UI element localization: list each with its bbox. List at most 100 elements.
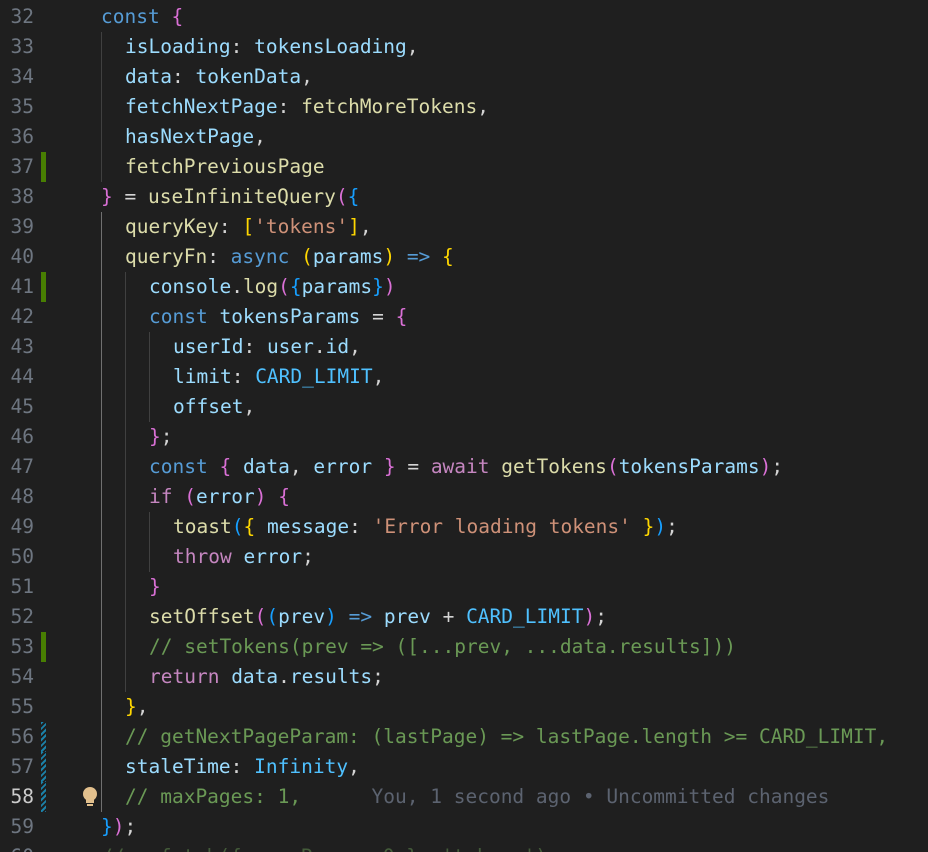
code-token: (: [278, 275, 290, 298]
code-text[interactable]: // getNextPageParam: (lastPage) => lastP…: [125, 722, 888, 752]
code-text[interactable]: isLoading: tokensLoading,: [125, 32, 419, 62]
line-number: 44: [10, 365, 34, 388]
code-text[interactable]: }: [149, 572, 161, 602]
code-line[interactable]: 33 isLoading: tokensLoading,: [0, 32, 928, 62]
code-line[interactable]: 48 if (error) {: [0, 482, 928, 512]
code-text[interactable]: fetchNextPage: fetchMoreTokens,: [125, 92, 489, 122]
code-line[interactable]: 55},: [0, 692, 928, 722]
git-modified-marker[interactable]: [41, 722, 46, 752]
code-token: ,: [289, 455, 314, 478]
lightbulb-icon[interactable]: [80, 786, 100, 808]
code-line[interactable]: 58 // maxPages: 1, You, 1 second ago • Un…: [0, 782, 928, 812]
code-line[interactable]: 39 queryKey: ['tokens'],: [0, 212, 928, 242]
code-token: queryKey: [125, 215, 219, 238]
code-line[interactable]: 59});: [0, 812, 928, 842]
code-line[interactable]: 51}: [0, 572, 928, 602]
indent-guide: [125, 272, 126, 302]
indent-guide: [101, 332, 102, 362]
code-line[interactable]: 42 const tokensParams = {: [0, 302, 928, 332]
code-line[interactable]: 38} = useInfiniteQuery({: [0, 182, 928, 212]
code-text[interactable]: return data.results;: [149, 662, 384, 692]
code-line[interactable]: 32 const {: [0, 2, 928, 32]
code-line[interactable]: 50 throw error;: [0, 542, 928, 572]
code-line[interactable]: 40 queryFn: async (params) => {: [0, 242, 928, 272]
code-text[interactable]: queryKey: ['tokens'],: [125, 212, 372, 242]
code-line[interactable]: 45 offset,: [0, 392, 928, 422]
code-line[interactable]: 46};: [0, 422, 928, 452]
code-text[interactable]: const {: [101, 2, 183, 32]
code-token: ;: [595, 605, 607, 628]
git-added-marker[interactable]: [41, 632, 46, 662]
code-text[interactable]: console.log({params}): [149, 272, 396, 302]
code-line[interactable]: 57 staleTime: Infinity,: [0, 752, 928, 782]
code-line[interactable]: 35 fetchNextPage: fetchMoreTokens,: [0, 92, 928, 122]
code-line[interactable]: 56 // getNextPageParam: (lastPage) => las…: [0, 722, 928, 752]
code-text[interactable]: toast({ message: 'Error loading tokens' …: [173, 512, 678, 542]
code-text[interactable]: hasNextPage,: [125, 122, 266, 152]
code-text[interactable]: });: [101, 812, 136, 842]
code-text[interactable]: staleTime: Infinity,: [125, 752, 360, 782]
code-token: {: [278, 485, 290, 508]
git-added-marker[interactable]: [41, 152, 46, 182]
code-line[interactable]: 47 const { data, error } = await getToken…: [0, 452, 928, 482]
code-text[interactable]: setOffset((prev) => prev + CARD_LIMIT);: [149, 602, 607, 632]
code-text[interactable]: userId: user.id,: [173, 332, 361, 362]
code-line[interactable]: 49 toast({ message: 'Error loading tokens…: [0, 512, 928, 542]
code-text[interactable]: limit: CARD_LIMIT,: [173, 362, 384, 392]
code-token: console: [149, 275, 232, 298]
line-number: 59: [10, 815, 34, 838]
code-text[interactable]: queryFn: async (params) => {: [125, 242, 454, 272]
code-token: getTokens: [501, 455, 607, 478]
code-token: (: [335, 185, 348, 208]
code-line[interactable]: 36 hasNextPage,: [0, 122, 928, 152]
code-editor[interactable]: 32 const {33 isLoading: tokensLoading, 34 da…: [0, 0, 928, 852]
code-line[interactable]: 54 return data.results;: [0, 662, 928, 692]
code-token: const: [149, 455, 220, 478]
code-line[interactable]: 52 setOffset((prev) => prev + CARD_LIMIT)…: [0, 602, 928, 632]
code-token: :: [218, 215, 243, 238]
code-token: {: [171, 5, 184, 28]
code-token: limit: [173, 365, 232, 388]
line-number: 35: [10, 95, 34, 118]
indent-guide: [125, 602, 126, 632]
code-line[interactable]: 41 console.log({params}): [0, 272, 928, 302]
code-text[interactable]: const tokensParams = {: [149, 302, 407, 332]
code-token: =: [395, 455, 431, 478]
code-text[interactable]: };: [149, 422, 173, 452]
code-token: tokensParams: [618, 455, 760, 478]
code-token: ]: [348, 215, 360, 238]
code-token: (: [266, 605, 279, 628]
code-text[interactable]: // setTokens(prev => ([...prev, ...data.…: [149, 632, 736, 662]
indent-guide: [149, 332, 150, 362]
git-modified-marker[interactable]: [41, 752, 46, 782]
git-modified-marker[interactable]: [41, 782, 46, 812]
code-token: throw: [173, 545, 244, 568]
code-text[interactable]: // maxPages: 1, You, 1 second ago • Unco…: [125, 782, 829, 812]
line-number: 60: [0, 842, 34, 852]
code-text[interactable]: if (error) {: [149, 482, 290, 512]
code-text[interactable]: },: [125, 692, 149, 722]
code-text[interactable]: data: tokenData,: [125, 62, 313, 92]
git-added-marker[interactable]: [41, 272, 46, 302]
code-token: return: [149, 665, 232, 688]
code-token: error: [243, 545, 303, 568]
indent-guide: [125, 632, 126, 662]
code-text[interactable]: fetchPreviousPage: [125, 152, 325, 182]
indent-guide: [101, 722, 102, 752]
code-text[interactable]: offset,: [173, 392, 255, 422]
code-line[interactable]: 34 data: tokenData,: [0, 62, 928, 92]
code-line[interactable]: 37 fetchPreviousPage: [0, 152, 928, 182]
code-token: =>: [336, 605, 384, 628]
code-text[interactable]: } = useInfiniteQuery({: [101, 182, 359, 212]
code-text[interactable]: const { data, error } = await getTokens(…: [149, 452, 783, 482]
code-token: }: [101, 185, 113, 208]
code-line[interactable]: 43 userId: user.id,: [0, 332, 928, 362]
code-token: // maxPages: 1,: [125, 785, 302, 808]
line-number: 37: [10, 155, 34, 178]
code-line[interactable]: 44 limit: CARD_LIMIT,: [0, 362, 928, 392]
code-line[interactable]: 53 // setTokens(prev => ([...prev, ...dat…: [0, 632, 928, 662]
code-token: ,: [243, 395, 256, 418]
code-token: }: [372, 455, 396, 478]
code-text[interactable]: throw error;: [173, 542, 314, 572]
code-token: ): [325, 605, 337, 628]
